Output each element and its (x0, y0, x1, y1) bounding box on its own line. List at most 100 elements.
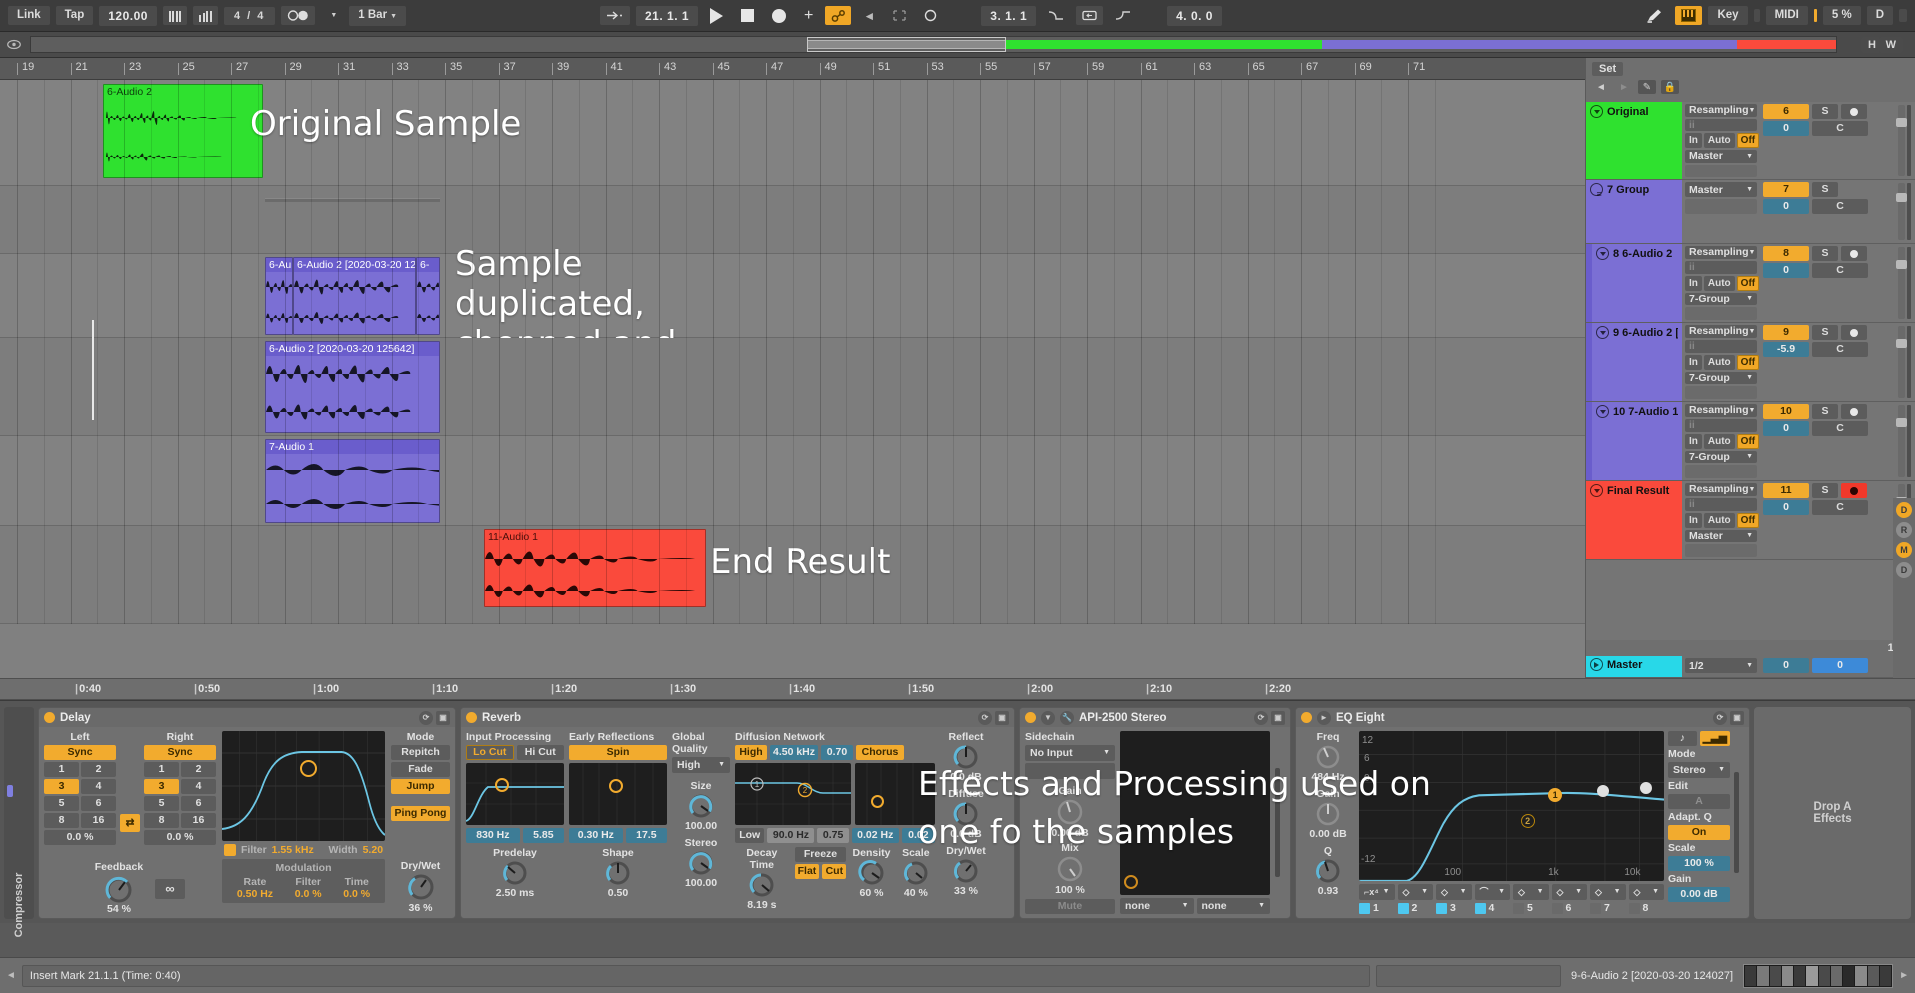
hi-cut-button[interactable]: Hi Cut (516, 745, 564, 760)
clip-final-result[interactable]: 11-Audio 1 (484, 529, 706, 607)
eq-band-handle-2[interactable]: 2 (1520, 813, 1535, 828)
eq-band-handle-1[interactable]: 1 (1548, 788, 1563, 802)
master-output-select[interactable]: 1/2 ▼ (1685, 658, 1757, 673)
status-prev-icon[interactable]: ◄ (6, 970, 16, 981)
session-track-8[interactable]: 8 6-Audio 2 Resampling ▼ ii In Auto Off 7… (1586, 244, 1915, 323)
draw-mode-icon[interactable] (1640, 6, 1669, 25)
eq-band-2[interactable]: ◇ ▼ 2 (1397, 884, 1433, 914)
chorus-button[interactable]: Chorus (856, 745, 904, 760)
eq-band-enable-3[interactable] (1436, 902, 1447, 914)
monitor-in[interactable]: In (1685, 354, 1702, 370)
right-div-8[interactable]: 8 (144, 813, 179, 828)
midi-map-button[interactable]: MIDI (1765, 6, 1808, 25)
spin-button[interactable]: Spin (569, 745, 667, 760)
device-save-icon[interactable]: ▣ (1271, 710, 1285, 725)
input-type-select[interactable]: Resampling ▼ (1685, 325, 1757, 338)
play-button[interactable] (704, 6, 729, 25)
device-power-icon[interactable] (466, 712, 477, 723)
clip-audio1[interactable]: 7-Audio 1 (265, 439, 440, 523)
track-color-block[interactable]: 7 Group (1586, 180, 1682, 243)
arm-button[interactable] (1841, 325, 1867, 340)
eq-band-enable-6[interactable] (1551, 902, 1563, 914)
monitor-auto[interactable]: Auto (1703, 133, 1735, 148)
pan-value[interactable]: C (1812, 199, 1868, 214)
fold-icon[interactable] (1596, 247, 1609, 260)
device-titlebar-eq[interactable]: ► EQ Eight ⟳ ▣ (1296, 708, 1749, 727)
output-channel-select[interactable] (1685, 307, 1757, 320)
rail-button-m[interactable]: M (1896, 542, 1912, 558)
eq-band-handle-4[interactable] (1639, 782, 1652, 794)
api-mix-knob[interactable] (1055, 854, 1085, 884)
density-knob[interactable] (857, 859, 886, 887)
device-save-icon[interactable]: ▣ (436, 710, 450, 725)
eq-band-5[interactable]: ◇ ▼ 5 (1513, 884, 1549, 914)
overview-width-button[interactable]: W (1878, 36, 1903, 53)
track-number[interactable]: 8 (1763, 246, 1809, 261)
freeze-button[interactable]: Freeze (794, 847, 847, 862)
eq-band-enable-1[interactable] (1359, 902, 1370, 914)
status-next-icon[interactable]: ► (1899, 970, 1909, 981)
spin-graph[interactable] (569, 763, 667, 825)
filter-freq-value[interactable]: 1.55 kHz (272, 844, 314, 856)
solo-button[interactable]: S (1812, 246, 1838, 261)
right-div-3[interactable]: 3 (144, 779, 179, 794)
right-div-1[interactable]: 1 (144, 762, 179, 777)
monitor-auto[interactable]: Auto (1703, 512, 1735, 528)
headphone-icon[interactable]: ♪ (1668, 731, 1697, 746)
session-track-10[interactable]: 10 7-Audio 1 Resampling ▼ ii In Auto Off … (1586, 402, 1915, 481)
volume-value[interactable]: 0 (1763, 121, 1809, 136)
input-type-select[interactable]: Resampling ▼ (1685, 246, 1757, 259)
key-map-button[interactable]: Key (1708, 6, 1748, 25)
loop-switch-icon[interactable] (1076, 6, 1104, 25)
sidechain-input-select[interactable]: No Input ▼ (1025, 745, 1115, 761)
macro-left-select[interactable]: none ▼ (1120, 898, 1194, 914)
input-width-field[interactable]: 5.85 (522, 828, 564, 843)
device-delay[interactable]: Delay ⟳ ▣ Left Sync 1 2 3 4 5 6 8 16 0.0… (38, 707, 456, 919)
right-div-16[interactable]: 16 (181, 813, 216, 828)
metronome-icon[interactable] (162, 6, 188, 25)
eq-band-7[interactable]: ◇ ▼ 7 (1590, 884, 1626, 914)
session-master-track[interactable]: Master 1/2 ▼ 0 0 (1586, 656, 1915, 678)
macro-right-select[interactable]: none ▼ (1196, 898, 1270, 914)
master-pan[interactable]: 0 (1812, 658, 1868, 673)
device-power-icon[interactable] (1025, 712, 1036, 723)
left-div-8[interactable]: 8 (44, 813, 79, 828)
filter-toggle[interactable] (224, 844, 236, 856)
fade-out-icon[interactable] (1109, 6, 1137, 25)
input-type-select[interactable]: Resampling ▼ (1685, 104, 1757, 117)
output-channel-select[interactable] (1685, 465, 1757, 478)
monitor-in[interactable]: In (1685, 512, 1702, 528)
output-type-select[interactable]: 7-Group ▼ (1685, 371, 1757, 385)
analyzer-icon[interactable]: ▁▃▅ (1699, 731, 1730, 746)
quality-select[interactable]: High ▼ (672, 757, 730, 773)
right-div-5[interactable]: 5 (144, 796, 179, 811)
nudge-icon[interactable] (193, 6, 218, 25)
monitor-in[interactable]: In (1685, 275, 1702, 291)
solo-button[interactable]: S (1812, 104, 1838, 119)
eq-q-knob[interactable] (1314, 857, 1342, 885)
bar-ruler[interactable]: 19 21 23 25 27 29 31 33 35 37 39 41 43 45 47 49 51 53 55 57… (0, 58, 1585, 80)
flat-button[interactable]: Flat (794, 864, 820, 879)
diffusion-eq-graph[interactable]: 1 2 (735, 763, 851, 825)
fold-icon[interactable] (1596, 326, 1609, 339)
volume-value[interactable]: 0 (1763, 421, 1809, 436)
chorus-rate-field[interactable]: 0.02 Hz (851, 828, 899, 843)
eq-mode-select[interactable]: Stereo ▼ (1668, 762, 1730, 778)
output-type-select[interactable]: Master ▼ (1685, 182, 1757, 197)
pan-value[interactable]: C (1812, 121, 1868, 136)
shape-knob[interactable] (604, 859, 632, 887)
feedback-knob[interactable] (104, 873, 134, 903)
computer-midi-keyboard-icon[interactable] (1675, 6, 1703, 25)
pencil-icon[interactable]: ✎ (1638, 80, 1656, 94)
mode-jump[interactable]: Jump (391, 779, 450, 794)
mod-rate-value[interactable]: 0.50 Hz (237, 888, 273, 900)
pan-value[interactable]: C (1812, 342, 1868, 357)
track-number[interactable]: 10 (1763, 404, 1809, 419)
track-number[interactable]: 6 (1763, 104, 1809, 119)
rail-button-r[interactable]: R (1896, 522, 1912, 538)
track-color-block[interactable]: 10 7-Audio 1 (1586, 402, 1682, 480)
fold-icon[interactable] (1590, 484, 1603, 497)
rail-button-d[interactable]: D (1896, 502, 1912, 518)
xy-handle[interactable] (1124, 875, 1138, 889)
monitor-auto[interactable]: Auto (1703, 275, 1735, 291)
